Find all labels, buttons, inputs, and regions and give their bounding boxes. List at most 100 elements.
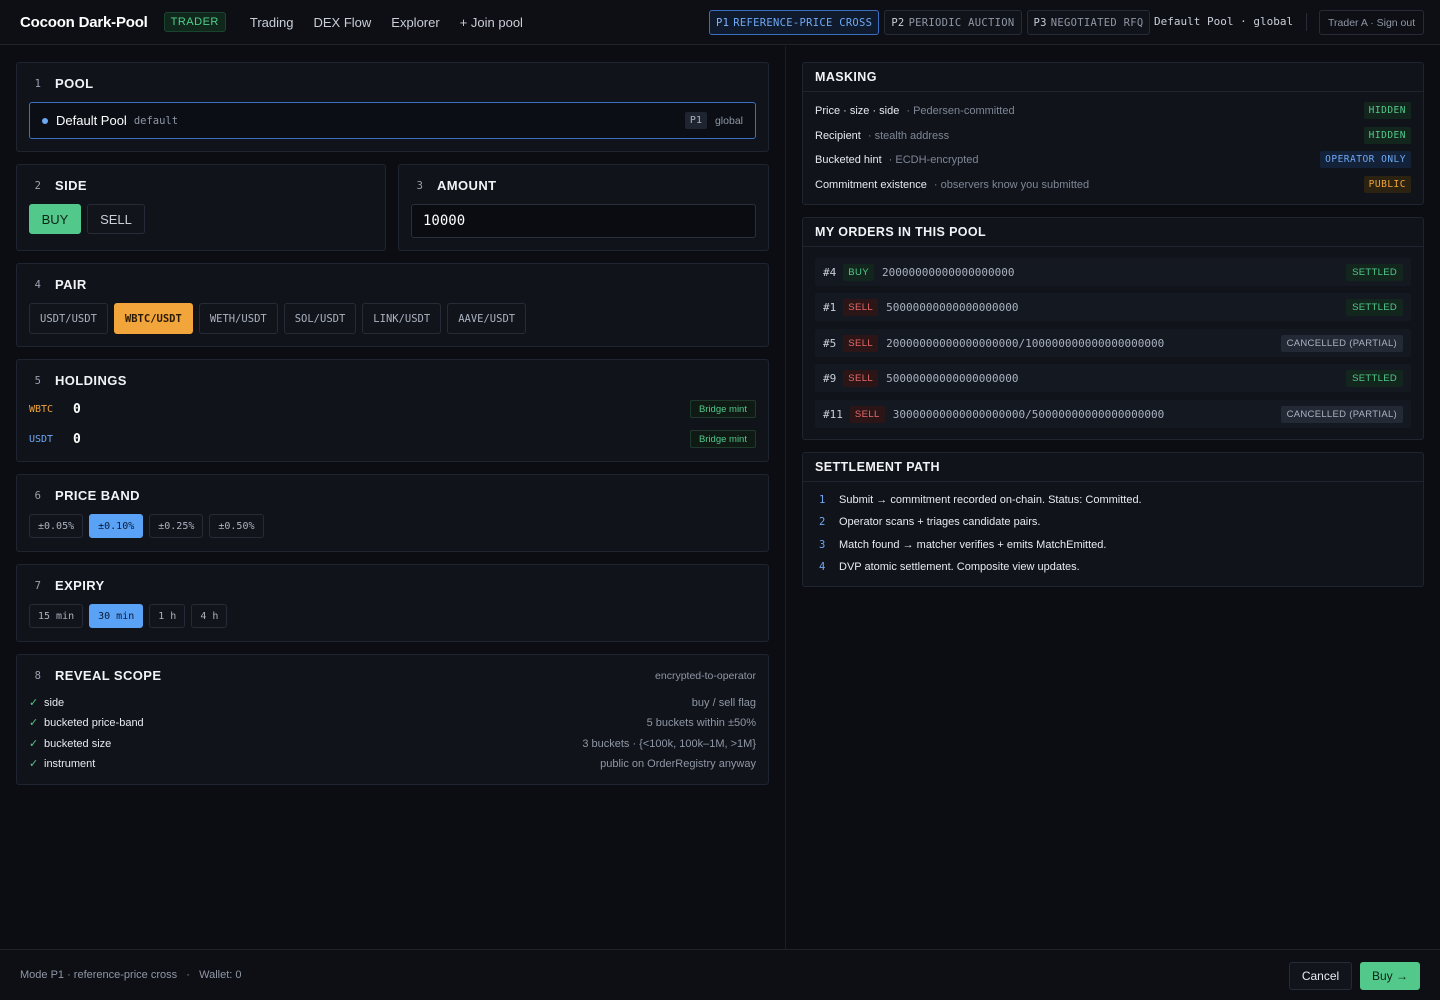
pair-link-usdt-button[interactable]: LINK/USDT <box>362 303 442 334</box>
holdings-section: 5 HOLDINGS WBTC 0 Bridge mint USDT 0 Bri… <box>16 359 769 462</box>
band-0-25-button[interactable]: ±0.25% <box>149 514 204 538</box>
pair-aave-usdt-button[interactable]: AAVE/USDT <box>447 303 527 334</box>
reveal-item-desc: public on OrderRegistry anyway <box>600 757 756 770</box>
masking-row: Commitment existence · observers know yo… <box>815 176 1411 193</box>
settlement-step: 3 Match found → matcher verifies + emits… <box>815 539 1411 551</box>
band-0-05-button[interactable]: ±0.05% <box>29 514 84 538</box>
step-text: DVP atomic settlement. Composite view up… <box>839 561 1080 573</box>
visibility-tag: HIDDEN <box>1363 127 1411 144</box>
holding-amount: 0 <box>73 431 81 447</box>
mode-p2-button[interactable]: P2 PERIODIC AUCTION <box>884 10 1022 35</box>
nav-dex-flow[interactable]: DEX Flow <box>313 15 371 30</box>
section-header: 1 POOL <box>29 76 93 91</box>
expiry-4h-button[interactable]: 4 h <box>191 604 228 628</box>
pool-scope: global <box>714 114 743 127</box>
masking-field-name: Bucketed hint <box>815 153 882 166</box>
section-header: 5 HOLDINGS <box>29 373 127 388</box>
masking-field-name: Recipient <box>815 129 861 142</box>
order-row[interactable]: #11 SELL 30000000000000000000/5000000000… <box>815 400 1411 428</box>
masking-field-desc: · observers know you submitted <box>933 178 1090 191</box>
step-index: 2 <box>819 516 826 528</box>
order-row[interactable]: #4 BUY 20000000000000000000 SETTLED <box>815 258 1411 286</box>
band-0-50-button[interactable]: ±0.50% <box>209 514 264 538</box>
order-id: #1 <box>823 300 837 314</box>
order-side-badge: SELL <box>843 298 879 316</box>
sign-out-button[interactable]: Trader A · Sign out <box>1319 10 1425 35</box>
reveal-encryption-tag: encrypted-to-operator <box>655 670 756 682</box>
order-row[interactable]: #5 SELL 20000000000000000000/10000000000… <box>815 329 1411 357</box>
check-icon: ✓ <box>29 738 39 750</box>
order-side-badge: SELL <box>843 334 879 352</box>
expiry-30min-button[interactable]: 30 min <box>89 604 144 628</box>
reveal-item-desc: 3 buckets · {<100k, 100k–1M, >1M} <box>582 737 756 750</box>
header-divider <box>1306 13 1307 31</box>
reveal-item-desc: buy / sell flag <box>691 696 756 709</box>
section-title: REVEAL SCOPE <box>55 668 162 683</box>
section-header: 7 EXPIRY <box>29 578 105 593</box>
pair-weth-usdt-button[interactable]: WETH/USDT <box>198 303 278 334</box>
expiry-15min-button[interactable]: 15 min <box>29 604 84 628</box>
pool-section: 1 POOL Default Pool default P1 global <box>16 62 769 152</box>
footer-status: Mode P1 · reference-price cross · Wallet… <box>20 969 242 981</box>
expiry-section: 7 EXPIRY 15 min 30 min 1 h 4 h <box>16 564 769 642</box>
step-number: 4 <box>34 278 42 291</box>
pool-option-default[interactable]: Default Pool default P1 global <box>29 102 756 139</box>
order-status-badge: CANCELLED (PARTIAL) <box>1280 334 1403 352</box>
step-number: 6 <box>34 489 42 502</box>
section-header: 3 AMOUNT <box>411 178 496 193</box>
expiry-1h-button[interactable]: 1 h <box>149 604 186 628</box>
reveal-item: ✓ side buy / sell flag <box>29 696 756 710</box>
masking-row: Recipient · stealth address HIDDEN <box>815 127 1411 144</box>
amount-input[interactable] <box>411 204 756 238</box>
price-band-options: ±0.05% ±0.10% ±0.25% ±0.50% <box>29 514 264 538</box>
sell-toggle-button[interactable]: SELL <box>87 204 145 234</box>
check-icon: ✓ <box>29 717 39 729</box>
holding-row-usdt: USDT 0 Bridge mint <box>29 429 756 449</box>
step-index: 3 <box>819 539 826 551</box>
order-row[interactable]: #1 SELL 50000000000000000000 SETTLED <box>815 293 1411 321</box>
pair-usdt-usdt-button[interactable]: USDT/USDT <box>29 303 108 334</box>
submit-buy-button[interactable]: Buy → <box>1360 962 1420 990</box>
nav-explorer[interactable]: Explorer <box>391 15 439 30</box>
order-id: #5 <box>823 336 837 350</box>
step-text: Operator scans + triages candidate pairs… <box>839 516 1041 528</box>
settlement-step: 4 DVP atomic settlement. Composite view … <box>815 561 1411 573</box>
order-status-badge: SETTLED <box>1346 369 1403 387</box>
holding-amount: 0 <box>73 401 81 417</box>
pair-wbtc-usdt-button[interactable]: WBTC/USDT <box>113 303 193 334</box>
order-id: #11 <box>823 407 843 421</box>
bridge-mint-usdt-button[interactable]: Bridge mint <box>689 430 756 448</box>
order-amount: 20000000000000000000/1000000000000000000… <box>886 336 1165 350</box>
mode-code: P3 <box>1033 16 1047 29</box>
pair-sol-usdt-button[interactable]: SOL/USDT <box>283 303 357 334</box>
cancel-button[interactable]: Cancel <box>1289 962 1352 990</box>
settlement-path-panel: SETTLEMENT PATH 1 Submit → commitment re… <box>802 452 1424 587</box>
reveal-item: ✓ bucketed price-band 5 buckets within ±… <box>29 716 756 730</box>
token-symbol: WBTC <box>29 403 54 415</box>
order-amount: 50000000000000000000 <box>886 300 1019 314</box>
step-number: 8 <box>34 669 42 682</box>
nav-trading[interactable]: Trading <box>250 15 294 30</box>
price-band-section: 6 PRICE BAND ±0.05% ±0.10% ±0.25% ±0.50% <box>16 474 769 552</box>
buy-toggle-button[interactable]: BUY <box>29 204 81 234</box>
step-number: 1 <box>34 77 42 90</box>
masking-field-name: Price · size · side <box>815 104 900 117</box>
bridge-mint-wbtc-button[interactable]: Bridge mint <box>689 400 756 418</box>
order-amount: 20000000000000000000 <box>881 265 1015 279</box>
panel-divider <box>803 481 1423 482</box>
check-icon: ✓ <box>29 697 39 709</box>
visibility-tag: PUBLIC <box>1363 176 1411 193</box>
nav-join-pool[interactable]: + Join pool <box>460 15 523 30</box>
orders-title: MY ORDERS IN THIS POOL <box>815 225 987 239</box>
order-row[interactable]: #9 SELL 50000000000000000000 SETTLED <box>815 364 1411 392</box>
section-title: SIDE <box>55 178 87 193</box>
masking-panel: MASKING Price · size · side · Pedersen-c… <box>802 62 1424 205</box>
settlement-step: 2 Operator scans + triages candidate pai… <box>815 516 1411 528</box>
token-symbol: USDT <box>29 433 54 445</box>
band-0-10-button[interactable]: ±0.10% <box>89 514 144 538</box>
pool-id: default <box>133 114 179 127</box>
mode-p3-button[interactable]: P3 NEGOTIATED RFQ <box>1026 10 1151 35</box>
step-number: 5 <box>34 374 42 387</box>
footer-bar: Mode P1 · reference-price cross · Wallet… <box>0 949 1440 1000</box>
mode-p1-button[interactable]: P1 REFERENCE-PRICE CROSS <box>709 10 880 35</box>
